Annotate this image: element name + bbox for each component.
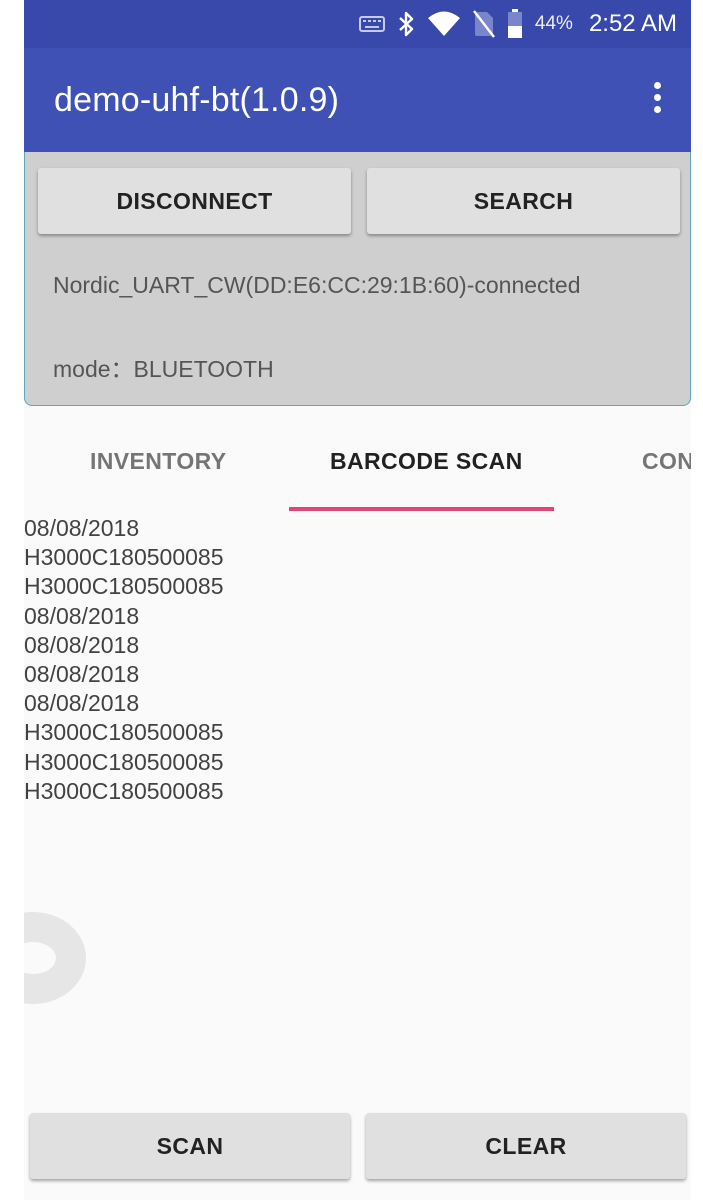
mode-label: mode：BLUETOOTH	[53, 356, 274, 382]
list-item: 08/08/2018	[24, 631, 140, 658]
app-bar: demo-uhf-bt(1.0.9)	[24, 48, 691, 152]
battery-percent: 44%	[534, 13, 573, 34]
clock: 2:52 AM	[588, 10, 677, 37]
tab-inventory[interactable]: INVENTORY	[90, 448, 227, 475]
battery-icon	[507, 9, 523, 39]
status-bar: 44% 2:52 AM	[24, 0, 691, 48]
bluetooth-icon	[397, 10, 415, 38]
scan-results-list: 08/08/2018 H3000C180500085 H3000C1805000…	[24, 514, 224, 806]
keyboard-icon	[358, 16, 385, 32]
tab-con[interactable]: CON	[642, 448, 691, 475]
disconnect-button[interactable]: DISCONNECT	[38, 168, 351, 234]
tab-indicator	[289, 507, 554, 511]
list-item: H3000C180500085	[24, 748, 224, 775]
tab-barcode-scan[interactable]: BARCODE SCAN	[330, 448, 523, 475]
list-item: H3000C180500085	[24, 777, 224, 804]
app-title: demo-uhf-bt(1.0.9)	[54, 80, 340, 119]
no-sim-icon	[472, 10, 495, 38]
list-item: 08/08/2018	[24, 660, 140, 687]
more-vert-icon[interactable]	[651, 82, 663, 118]
list-item: 08/08/2018	[24, 602, 140, 629]
tab-bar: INVENTORY BARCODE SCAN CON	[24, 420, 691, 512]
clear-button[interactable]: CLEAR	[366, 1113, 686, 1179]
list-item: H3000C180500085	[24, 544, 224, 571]
search-button[interactable]: SEARCH	[367, 168, 680, 234]
list-item: 08/08/2018	[24, 515, 140, 541]
list-item: H3000C180500085	[24, 719, 224, 746]
scan-button[interactable]: SCAN	[30, 1113, 350, 1179]
connection-status: Nordic_UART_CW(DD:E6:CC:29:1B:60)-connec…	[53, 272, 581, 298]
app-screen: 44% 2:52 AM demo-uhf-bt(1.0.9) DISCONNEC…	[24, 0, 691, 1200]
connection-panel: DISCONNECT SEARCH Nordic_UART_CW(DD:E6:C…	[24, 152, 691, 406]
list-item: 08/08/2018	[24, 690, 140, 717]
list-item: H3000C180500085	[24, 573, 224, 600]
floating-ring-handle[interactable]	[24, 912, 86, 1004]
wifi-icon	[427, 11, 461, 37]
